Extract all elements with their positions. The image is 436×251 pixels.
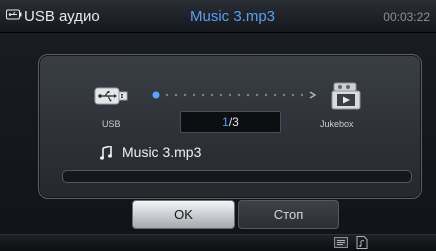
file-name: Music 3.mp3 bbox=[122, 144, 202, 160]
transfer-progress bbox=[152, 91, 317, 99]
usb-device-icon bbox=[6, 9, 22, 20]
source-title: USB аудио bbox=[24, 8, 100, 25]
jukebox-icon bbox=[331, 82, 361, 110]
counter-total: 3 bbox=[232, 115, 239, 129]
title-bar: USB аудио Music 3.mp3 00:03:22 bbox=[0, 0, 436, 33]
target-label: Jukebox bbox=[320, 119, 354, 129]
music-file-icon[interactable] bbox=[356, 236, 368, 249]
bottom-bar bbox=[0, 234, 436, 251]
ok-button[interactable]: OK bbox=[132, 200, 235, 229]
progress-head-dot bbox=[152, 91, 160, 99]
file-counter: 1/3 bbox=[180, 111, 281, 133]
copy-progress-bar bbox=[62, 170, 412, 183]
rnd-icon[interactable] bbox=[334, 237, 348, 248]
progress-arrow bbox=[309, 91, 317, 99]
track-title: Music 3.mp3 bbox=[190, 8, 276, 25]
elapsed-time: 00:03:22 bbox=[383, 10, 430, 24]
screen: USB аудио Music 3.mp3 00:03:22 USB Jukeb… bbox=[0, 0, 436, 251]
music-note-icon bbox=[100, 146, 112, 160]
usb-plug-icon bbox=[94, 87, 128, 105]
progress-dots bbox=[165, 93, 304, 97]
source-label: USB bbox=[102, 119, 121, 129]
counter-current: 1 bbox=[222, 115, 229, 129]
stop-button[interactable]: Стоп bbox=[238, 200, 339, 229]
